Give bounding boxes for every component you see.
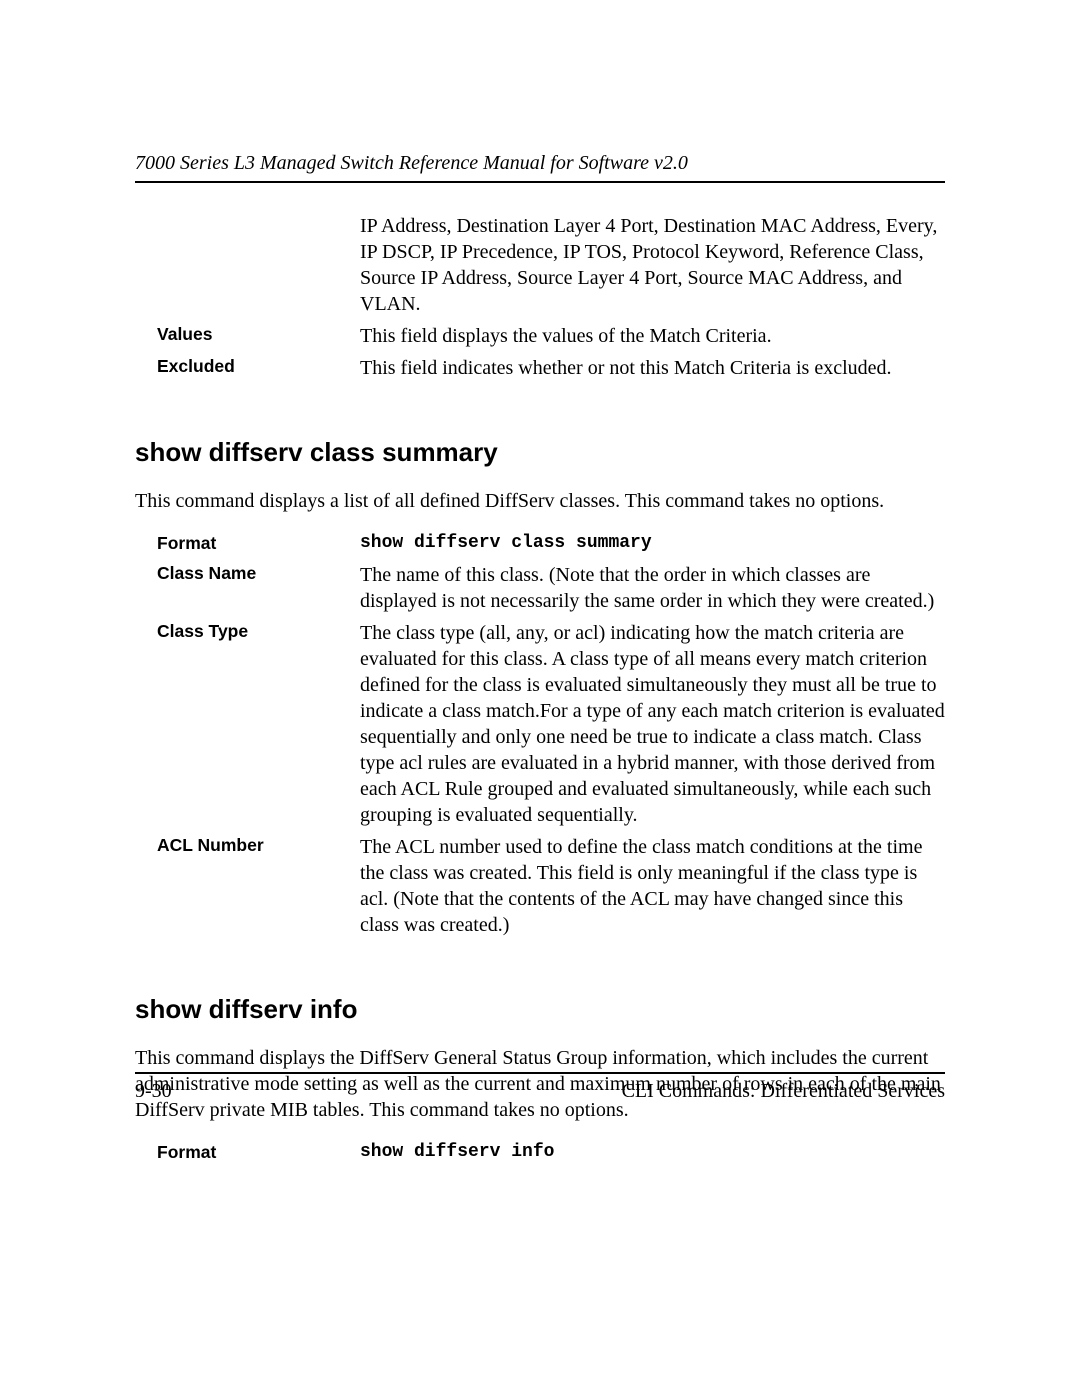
def-desc-continuation: IP Address, Destination Layer 4 Port, De… bbox=[360, 213, 945, 317]
def-term-empty bbox=[135, 213, 360, 317]
def-term-excluded: Excluded bbox=[135, 355, 360, 381]
def-term-format-2: Format bbox=[135, 1141, 360, 1165]
intro-class-summary: This command displays a list of all defi… bbox=[135, 488, 945, 514]
heading-diffserv-info: show diffserv info bbox=[135, 994, 945, 1025]
def-desc-format-1: show diffserv class summary bbox=[360, 532, 945, 556]
footer-rule bbox=[135, 1072, 945, 1074]
def-desc-acl: The ACL number used to define the class … bbox=[360, 834, 945, 938]
def-row-excluded: Excluded This field indicates whether or… bbox=[135, 355, 945, 381]
def-desc-classtype: The class type (all, any, or acl) indica… bbox=[360, 620, 945, 828]
def-term-values: Values bbox=[135, 323, 360, 349]
running-head: 7000 Series L3 Managed Switch Reference … bbox=[135, 152, 945, 183]
def-row-classtype: Class Type The class type (all, any, or … bbox=[135, 620, 945, 828]
def-term-acl: ACL Number bbox=[135, 834, 360, 938]
page: 7000 Series L3 Managed Switch Reference … bbox=[0, 0, 1080, 1397]
def-desc-excluded: This field indicates whether or not this… bbox=[360, 355, 945, 381]
def-row-continuation: IP Address, Destination Layer 4 Port, De… bbox=[135, 213, 945, 317]
def-term-format-1: Format bbox=[135, 532, 360, 556]
def-row-classname: Class Name The name of this class. (Note… bbox=[135, 562, 945, 614]
def-desc-classname: The name of this class. (Note that the o… bbox=[360, 562, 945, 614]
def-term-classname: Class Name bbox=[135, 562, 360, 614]
def-desc-values: This field displays the values of the Ma… bbox=[360, 323, 945, 349]
def-row-acl: ACL Number The ACL number used to define… bbox=[135, 834, 945, 938]
page-footer: 9-30 CLI Commands: Differentiated Servic… bbox=[135, 1072, 945, 1103]
def-row-format-2: Format show diffserv info bbox=[135, 1141, 945, 1165]
def-desc-format-2: show diffserv info bbox=[360, 1141, 945, 1165]
page-number: 9-30 bbox=[135, 1080, 172, 1103]
def-row-values: Values This field displays the values of… bbox=[135, 323, 945, 349]
chapter-title: CLI Commands: Differentiated Services bbox=[622, 1080, 945, 1103]
def-row-format-1: Format show diffserv class summary bbox=[135, 532, 945, 556]
heading-class-summary: show diffserv class summary bbox=[135, 437, 945, 468]
def-term-classtype: Class Type bbox=[135, 620, 360, 828]
